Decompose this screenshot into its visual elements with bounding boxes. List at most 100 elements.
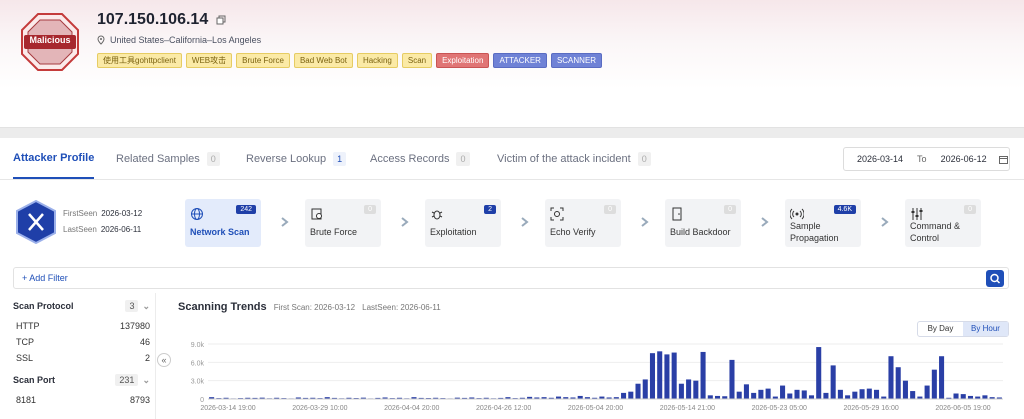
tag[interactable]: Scan: [401, 53, 433, 68]
stage-brute-force[interactable]: 0 Brute Force: [305, 199, 381, 247]
search-button[interactable]: [986, 270, 1004, 287]
facet-count: 3: [125, 299, 139, 312]
facet-row[interactable]: 8181 8793: [13, 392, 150, 408]
y-tick-label: 9.0k: [191, 342, 205, 349]
bar: [924, 385, 930, 399]
bar: [823, 392, 829, 399]
kill-chain: FirstSeen 2026-03-12 LastSeen 2026-06-11 2…: [0, 188, 1024, 258]
location-text: United States–California–Los Angeles: [110, 35, 262, 45]
attacker-header: Malicious 107.150.106.14 United States–C…: [0, 0, 1024, 128]
bar: [678, 383, 684, 399]
chevron-right-icon: [401, 217, 409, 227]
tag[interactable]: ATTACKER: [493, 53, 547, 68]
stage-label: Network Scan: [190, 227, 250, 237]
stage-echo-verify[interactable]: 0 Echo Verify: [545, 199, 621, 247]
stage-sample-propagation[interactable]: 4.6K Sample Propagation: [785, 199, 861, 247]
tab-bar: Attacker Profile Related Samples 0 Revers…: [0, 138, 1024, 180]
stage-command-control[interactable]: 0 Command & Control: [905, 199, 981, 247]
bar: [657, 351, 663, 399]
bar: [693, 380, 699, 399]
bar: [664, 354, 670, 399]
bar: [902, 380, 908, 399]
stage-network-scan[interactable]: 242 Network Scan: [185, 199, 261, 247]
tag[interactable]: SCANNER: [550, 53, 603, 68]
bar: [866, 388, 872, 399]
facet-header-scan-port[interactable]: Scan Port 231 ⌄: [13, 372, 150, 388]
bar: [751, 392, 757, 399]
by-hour-button[interactable]: By Hour: [963, 322, 1008, 336]
trends-title: Scanning Trends First Scan: 2026-03-12 L…: [178, 301, 441, 313]
facet-row[interactable]: SSL 2: [13, 350, 150, 366]
tag[interactable]: Exploitation: [436, 53, 490, 68]
bar: [621, 392, 627, 399]
chevron-right-icon: [641, 217, 649, 227]
bar: [765, 388, 771, 399]
bar: [852, 391, 858, 399]
stage-label: Echo Verify: [550, 227, 596, 237]
location-pin-icon: [97, 35, 105, 45]
copy-icon[interactable]: [216, 15, 226, 25]
tab-victim-incident[interactable]: Victim of the attack incident 0: [497, 152, 651, 166]
tab-count: 1: [333, 152, 347, 166]
bar: [953, 393, 959, 399]
by-day-button[interactable]: By Day: [918, 322, 963, 336]
tab-related-samples[interactable]: Related Samples 0: [116, 152, 220, 166]
tab-access-records[interactable]: Access Records 0: [370, 152, 470, 166]
bar: [635, 383, 641, 399]
globe-icon: [191, 208, 203, 220]
tag-list: 使用工具gohttpclient WEB攻击 Brute Force Bad W…: [97, 53, 603, 68]
tag[interactable]: Brute Force: [236, 53, 290, 68]
tag[interactable]: WEB攻击: [185, 53, 233, 68]
bar: [780, 385, 786, 399]
x-tick-label: 2026-03-29 10:00: [292, 405, 347, 412]
bar: [787, 393, 793, 399]
bar: [700, 351, 706, 399]
bar: [743, 384, 749, 399]
last-seen-text: LastSeen: 2026-06-11: [362, 303, 441, 312]
bar: [859, 389, 865, 399]
bar: [816, 347, 822, 399]
bug-icon: [431, 210, 443, 220]
facet-header-scan-protocol[interactable]: Scan Protocol 3 ⌄: [13, 298, 150, 314]
bar: [649, 353, 656, 399]
ip-address: 107.150.106.14: [97, 11, 209, 28]
y-tick-label: 0: [200, 397, 204, 404]
end-date[interactable]: 2026-06-12: [941, 154, 987, 164]
calendar-icon[interactable]: [998, 155, 1008, 164]
stage-count: 0: [364, 205, 376, 214]
stage-label: Command & Control: [910, 221, 961, 243]
tab-reverse-lookup[interactable]: Reverse Lookup 1: [246, 152, 347, 166]
stage-count: 0: [604, 205, 616, 214]
stage-count: 2: [484, 205, 496, 214]
facet-row[interactable]: HTTP 137980: [13, 318, 150, 334]
bar: [845, 395, 851, 399]
first-seen-date: 2026-03-12: [101, 209, 143, 218]
stage-count: 0: [724, 205, 736, 214]
stage-label: Exploitation: [430, 227, 477, 237]
facet-row[interactable]: TCP 46: [13, 334, 150, 350]
bar: [939, 356, 945, 399]
profile-panel: Attacker Profile Related Samples 0 Revers…: [0, 138, 1024, 419]
x-tick-label: 2026-04-26 12:00: [476, 405, 531, 412]
tag[interactable]: Bad Web Bot: [293, 53, 353, 68]
chevron-down-icon: ⌄: [142, 374, 150, 385]
tab-count: 0: [206, 152, 220, 166]
bar: [801, 390, 807, 399]
stage-exploitation[interactable]: 2 Exploitation: [425, 199, 501, 247]
last-seen-date: 2026-06-11: [100, 225, 142, 234]
bar: [642, 379, 648, 399]
tag[interactable]: 使用工具gohttpclient: [97, 53, 182, 68]
tag[interactable]: Hacking: [356, 53, 398, 68]
start-date[interactable]: 2026-03-14: [857, 154, 903, 164]
tab-attacker-profile[interactable]: Attacker Profile: [13, 152, 95, 179]
collapse-sidebar-button[interactable]: «: [157, 353, 171, 367]
date-range-picker[interactable]: 2026-03-14 To 2026-06-12: [843, 147, 1010, 171]
add-filter-button[interactable]: + Add Filter: [22, 273, 68, 283]
chevron-right-icon: [761, 217, 769, 227]
bar: [729, 359, 735, 399]
stage-build-backdoor[interactable]: 0 Build Backdoor: [665, 199, 741, 247]
bar: [873, 389, 880, 399]
to-label: To: [917, 154, 927, 164]
x-tick-label: 2026-05-04 20:00: [568, 405, 623, 412]
x-tick-label: 2026-05-23 05:00: [752, 405, 807, 412]
